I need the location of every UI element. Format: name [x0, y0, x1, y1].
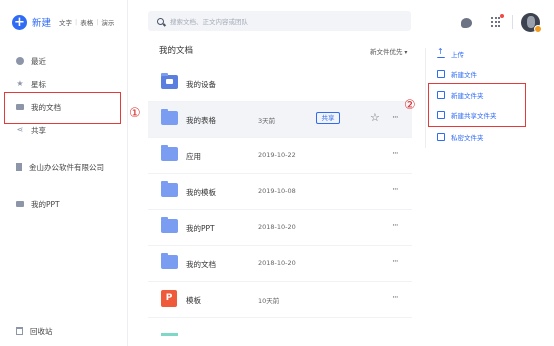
file-name: 应用 [186, 152, 201, 161]
new-file-icon [437, 70, 445, 78]
new-presentation-link[interactable]: 演示 [101, 17, 114, 27]
new-file-label: 新建文件 [451, 71, 477, 79]
chat-icon[interactable] [461, 18, 472, 28]
sidebar-item-starred[interactable]: ★ 星标 [16, 78, 46, 90]
more-menu-button[interactable]: ··· [392, 113, 399, 123]
private-folder-button[interactable]: 私密文件夹 [437, 132, 484, 142]
list-item[interactable]: 我的模板 2019-10-08 ··· [148, 174, 412, 210]
new-sheet-link[interactable]: 表格 [80, 17, 93, 27]
sidebar-item-label: 共享 [31, 125, 46, 135]
folder-icon [161, 109, 178, 125]
annotation-marker-2: ② [404, 98, 416, 113]
new-button[interactable]: 新建 [32, 15, 51, 29]
folder-icon [16, 201, 24, 207]
star-icon[interactable]: ☆ [370, 111, 380, 124]
avatar-badge [534, 25, 542, 33]
share-icon: ⋖ [16, 125, 24, 134]
more-menu-button[interactable]: ··· [392, 149, 399, 159]
upload-label: 上传 [451, 51, 464, 59]
plus-icon[interactable]: + [12, 14, 27, 30]
star-icon: ★ [16, 79, 24, 88]
modified-date: 2018-10-20 [258, 259, 296, 267]
list-item[interactable]: 我的表格 3天前 共享 ☆ ··· [148, 102, 412, 138]
company-doc-icon [16, 163, 22, 171]
folder-icon [161, 253, 178, 269]
pptx-file-icon: P [161, 290, 177, 307]
list-item[interactable]: 我的设备 [148, 66, 412, 102]
divider [425, 48, 426, 148]
divider: | [75, 18, 78, 26]
upload-button[interactable]: 上传 [437, 47, 464, 59]
private-folder-icon [437, 133, 445, 141]
search-placeholder: 搜索文档、正文内容或团队 [170, 18, 248, 26]
sidebar-item-label: 最近 [31, 56, 46, 66]
device-folder-icon [161, 73, 178, 89]
partial-file-icon [161, 333, 178, 336]
page-title: 我的文档 [159, 46, 194, 56]
new-type-links: 文字 | 表格 | 演示 [59, 17, 114, 27]
sidebar-item-label: 金山办公软件有限公司 [29, 162, 104, 172]
sidebar-item-label: 我的PPT [31, 199, 60, 209]
file-name: 我的表格 [186, 116, 216, 125]
folder-icon [161, 145, 178, 161]
sidebar-item-label: 星标 [31, 79, 46, 89]
folder-icon [161, 181, 178, 197]
highlight-box-right-panel [428, 83, 526, 127]
file-name: 我的文档 [186, 260, 216, 269]
more-menu-button[interactable]: ··· [392, 293, 399, 303]
highlight-box-sidebar [4, 92, 121, 124]
file-name: 模板 [186, 296, 201, 305]
clock-icon [16, 57, 24, 65]
search-input[interactable]: 搜索文档、正文内容或团队 [148, 11, 411, 31]
list-item[interactable]: P 模板 10天前 ··· [148, 282, 412, 318]
sidebar-item-trash[interactable]: 回收站 [16, 325, 53, 337]
list-item[interactable]: 我的PPT 2018-10-20 ··· [148, 210, 412, 246]
modified-date: 3天前 [258, 117, 276, 125]
divider [512, 15, 513, 29]
list-item[interactable]: 应用 2019-10-22 ··· [148, 138, 412, 174]
divider: | [96, 18, 99, 26]
sidebar-item-recent[interactable]: 最近 [16, 55, 46, 67]
modified-date: 2018-10-20 [258, 223, 296, 231]
sidebar-item-label: 回收站 [30, 326, 53, 336]
sidebar-item-shared[interactable]: ⋖ 共享 [16, 124, 46, 136]
file-name: 我的PPT [186, 224, 215, 233]
sidebar: + 新建 文字 | 表格 | 演示 最近 ★ 星标 我的文档 ⋖ 共享 金山办公… [0, 0, 128, 346]
private-folder-label: 私密文件夹 [451, 134, 484, 142]
file-name: 我的模板 [186, 188, 216, 197]
apps-grid-icon[interactable] [491, 17, 501, 27]
upload-icon [437, 47, 445, 58]
annotation-marker-1: ① [129, 106, 141, 121]
share-badge: 共享 [316, 112, 340, 124]
sidebar-item-company[interactable]: 金山办公软件有限公司 [16, 161, 104, 173]
modified-date: 2019-10-08 [258, 187, 296, 195]
new-button-row: + 新建 文字 | 表格 | 演示 [12, 14, 114, 30]
more-menu-button[interactable]: ··· [392, 221, 399, 231]
trash-icon [16, 327, 23, 335]
new-text-link[interactable]: 文字 [59, 17, 72, 27]
modified-date: 10天前 [258, 297, 280, 305]
folder-icon [161, 217, 178, 233]
file-name: 我的设备 [186, 80, 216, 89]
sort-dropdown[interactable]: 新文件优先 [370, 46, 407, 56]
search-icon [157, 17, 164, 25]
sidebar-item-my-ppt[interactable]: 我的PPT [16, 198, 60, 210]
notification-dot [500, 14, 504, 18]
more-menu-button[interactable]: ··· [392, 257, 399, 267]
modified-date: 2019-10-22 [258, 151, 296, 159]
more-menu-button[interactable]: ··· [392, 185, 399, 195]
new-file-button[interactable]: 新建文件 [437, 69, 477, 79]
list-item[interactable]: 我的文档 2018-10-20 ··· [148, 246, 412, 282]
